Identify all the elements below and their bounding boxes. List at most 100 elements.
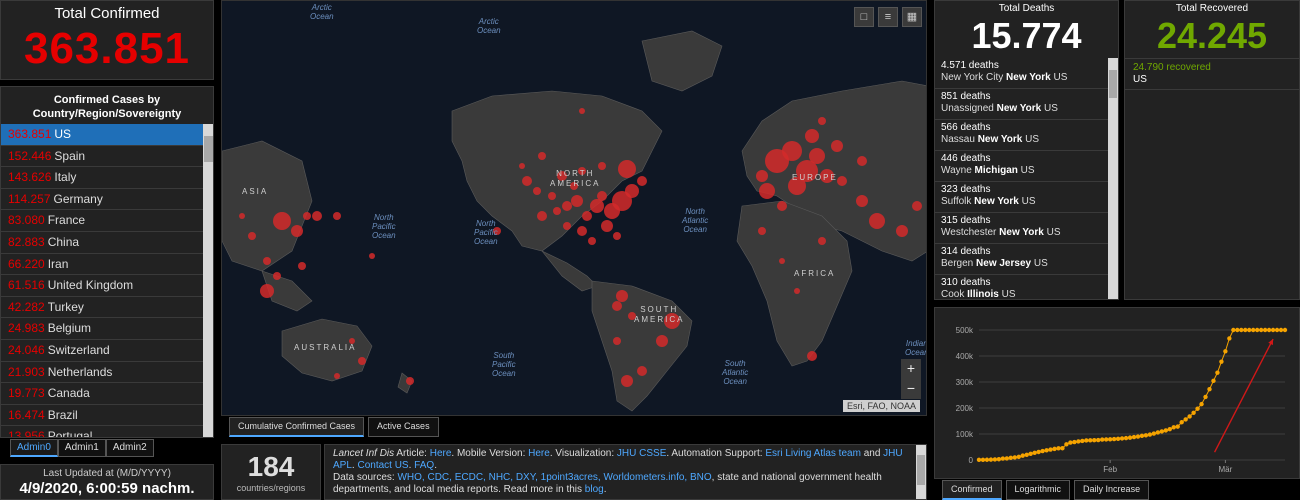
- confirmed-series-point[interactable]: [1247, 327, 1252, 333]
- confirmed-series-point[interactable]: [1235, 327, 1240, 333]
- confirmed-series-point[interactable]: [1179, 420, 1184, 425]
- confirmed-series-point[interactable]: [1163, 428, 1168, 433]
- confirmed-series-point[interactable]: [996, 457, 1002, 462]
- confirmed-series-point[interactable]: [1040, 448, 1045, 454]
- death-row[interactable]: 314 deaths Bergen New Jersey US: [935, 244, 1109, 275]
- country-list-scrollbar[interactable]: [203, 124, 213, 437]
- confirmed-series-point[interactable]: [1254, 327, 1260, 333]
- legend-icon[interactable]: ≡: [878, 7, 898, 27]
- confirmed-series-point[interactable]: [1111, 436, 1117, 442]
- confirmed-series-point[interactable]: [1191, 410, 1196, 416]
- article-link[interactable]: Here: [430, 448, 452, 459]
- confirmed-series-point[interactable]: [1139, 433, 1145, 439]
- confirmed-series-point[interactable]: [1155, 430, 1161, 435]
- tab-daily-increase-chart[interactable]: Daily Increase: [1074, 480, 1150, 500]
- confirmed-series-point[interactable]: [1088, 438, 1093, 443]
- death-row[interactable]: 323 deaths Suffolk New York US: [935, 182, 1109, 213]
- confirmed-series-point[interactable]: [1000, 456, 1006, 461]
- country-row[interactable]: 82.883 China: [1, 232, 203, 254]
- bookmark-icon[interactable]: □: [854, 7, 874, 27]
- death-row[interactable]: 4.571 deaths New York City New York US: [935, 58, 1109, 89]
- confirmed-series-point[interactable]: [980, 457, 986, 463]
- confirmed-series-point[interactable]: [1008, 455, 1013, 461]
- confirmed-series-point[interactable]: [1147, 432, 1153, 437]
- zoom-in-button[interactable]: +: [901, 359, 921, 379]
- confirmed-series-point[interactable]: [1036, 449, 1041, 455]
- confirmed-series-point[interactable]: [1052, 446, 1057, 452]
- confirmed-series-point[interactable]: [984, 457, 990, 462]
- country-row[interactable]: 42.282 Turkey: [1, 297, 203, 319]
- confirmed-series-point[interactable]: [1151, 431, 1157, 436]
- confirmed-series-point[interactable]: [1135, 434, 1141, 439]
- tab-admin1[interactable]: Admin1: [57, 439, 106, 457]
- confirmed-series-point[interactable]: [1032, 450, 1037, 456]
- confirmed-series-point[interactable]: [1020, 453, 1025, 458]
- tab-confirmed-chart[interactable]: Confirmed: [942, 480, 1002, 500]
- data-sources-link[interactable]: WHO, CDC, ECDC, NHC, DXY, 1point3acres, …: [397, 472, 711, 483]
- country-row[interactable]: 24.983 Belgium: [1, 318, 203, 340]
- confirmed-series-point[interactable]: [1262, 327, 1268, 333]
- country-row[interactable]: 114.257 Germany: [1, 189, 203, 211]
- death-row[interactable]: 851 deaths Unassigned New York US: [935, 89, 1109, 120]
- recovered-row[interactable]: 24.790 recovered US: [1125, 58, 1299, 90]
- basemap-gallery-icon[interactable]: ▦: [902, 7, 922, 27]
- country-row[interactable]: 363.851 US: [1, 124, 203, 146]
- confirmed-series-point[interactable]: [1115, 436, 1121, 442]
- confirmed-series-point[interactable]: [1167, 426, 1172, 432]
- country-row[interactable]: 83.080 France: [1, 210, 203, 232]
- confirmed-series-point[interactable]: [1107, 437, 1113, 442]
- confirmed-series-point[interactable]: [1056, 446, 1061, 451]
- confirmed-series-point[interactable]: [1227, 336, 1232, 341]
- confirmed-series-point[interactable]: [1068, 440, 1073, 445]
- confirmed-series-point[interactable]: [1211, 378, 1216, 384]
- country-row[interactable]: 61.516 United Kingdom: [1, 275, 203, 297]
- confirmed-series-point[interactable]: [1096, 437, 1101, 443]
- country-row[interactable]: 13.956 Portugal: [1, 426, 203, 437]
- tab-logarithmic-chart[interactable]: Logarithmic: [1005, 480, 1071, 500]
- jhu-csse-link[interactable]: JHU CSSE: [617, 448, 666, 459]
- confirmed-series-point[interactable]: [1258, 327, 1264, 333]
- confirmed-series-point[interactable]: [1266, 327, 1272, 333]
- confirmed-series-point[interactable]: [1060, 446, 1065, 451]
- blog-link[interactable]: blog: [585, 484, 604, 495]
- confirmed-series-point[interactable]: [1004, 456, 1010, 461]
- deaths-scrollbar[interactable]: [1108, 58, 1118, 299]
- confirmed-series-point[interactable]: [1143, 433, 1149, 438]
- scrollbar-thumb[interactable]: [204, 136, 213, 162]
- confirmed-series-point[interactable]: [1195, 406, 1200, 411]
- confirmed-series-point[interactable]: [1278, 327, 1284, 333]
- confirmed-series-point[interactable]: [1044, 448, 1049, 453]
- confirmed-series-point[interactable]: [1239, 327, 1244, 333]
- confirmed-series-point[interactable]: [1231, 327, 1236, 333]
- country-row[interactable]: 24.046 Switzerland: [1, 340, 203, 362]
- confirmed-series-point[interactable]: [1080, 438, 1085, 444]
- confirmed-series-point[interactable]: [1215, 370, 1220, 375]
- confirmed-series-point[interactable]: [1127, 435, 1133, 440]
- confirmed-series-point[interactable]: [1103, 437, 1109, 442]
- confirmed-series-point[interactable]: [1207, 387, 1212, 392]
- confirmed-series-point[interactable]: [1175, 424, 1180, 429]
- confirmed-series-point[interactable]: [976, 457, 982, 463]
- confirmed-series-point[interactable]: [1219, 359, 1224, 364]
- tab-admin2[interactable]: Admin2: [105, 439, 154, 457]
- confirmed-series-point[interactable]: [1171, 425, 1176, 430]
- tab-cumulative-confirmed[interactable]: Cumulative Confirmed Cases: [229, 417, 365, 437]
- confirmed-series-point[interactable]: [1203, 394, 1208, 400]
- contact-link[interactable]: Contact US: [357, 460, 408, 471]
- confirmed-series-point[interactable]: [1251, 327, 1256, 333]
- confirmed-series-point[interactable]: [1099, 437, 1105, 442]
- confirmed-series-point[interactable]: [1270, 327, 1276, 333]
- death-row[interactable]: 446 deaths Wayne Michigan US: [935, 151, 1109, 182]
- country-row[interactable]: 19.773 Canada: [1, 383, 203, 405]
- confirmed-series-point[interactable]: [1076, 439, 1081, 444]
- death-row[interactable]: 310 deaths Cook Illinois US: [935, 275, 1109, 299]
- confirmed-series-point[interactable]: [1131, 434, 1137, 440]
- zoom-out-button[interactable]: −: [901, 379, 921, 399]
- confirmed-series-point[interactable]: [1028, 451, 1033, 456]
- country-row[interactable]: 152.446 Spain: [1, 146, 203, 168]
- confirmed-series-point[interactable]: [1282, 327, 1288, 333]
- confirmed-series-point[interactable]: [1072, 439, 1077, 445]
- country-row[interactable]: 21.903 Netherlands: [1, 362, 203, 384]
- scrollbar-thumb[interactable]: [1109, 70, 1117, 98]
- confirmed-series-point[interactable]: [1092, 437, 1097, 443]
